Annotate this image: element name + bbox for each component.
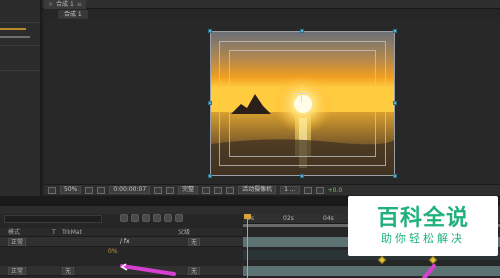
trkmat-select[interactable]: 无 [62, 267, 75, 275]
transform-handle[interactable] [208, 174, 212, 178]
frame-blending-icon[interactable] [153, 214, 161, 222]
graph-editor-icon[interactable] [175, 214, 183, 222]
parent-select[interactable]: 无 [188, 238, 201, 246]
draft-3d-icon[interactable] [131, 214, 139, 222]
t-column-header: T [52, 229, 56, 236]
zoom-select[interactable]: 50% [60, 186, 82, 194]
project-panel [0, 0, 42, 202]
transform-handle[interactable] [208, 101, 212, 105]
crosshair-v [301, 85, 302, 102]
mode-column-header: 模式 [8, 229, 21, 236]
view-layout-select[interactable]: 1 ... [280, 186, 300, 194]
shy-layers-icon[interactable] [142, 214, 150, 222]
composition-tab-label: 合成 1 [56, 1, 74, 8]
close-icon[interactable]: × [48, 0, 53, 9]
blend-mode-select[interactable]: 正常 [8, 267, 27, 275]
effects-switch-icon[interactable]: / fx [120, 237, 130, 247]
exposure-value[interactable]: +0.0 [328, 187, 343, 194]
resolution-select[interactable]: 完整 [178, 186, 199, 194]
property-value[interactable]: 0% [108, 248, 118, 255]
parent-column-header: 父级 [178, 229, 191, 236]
menu-icon[interactable]: ≡ [77, 0, 82, 9]
panel-divider [0, 22, 40, 23]
timeline-column-header: 模式 T TrkMat 父级 [0, 228, 243, 237]
always-preview-icon[interactable] [48, 186, 56, 194]
timeline-icon[interactable] [315, 186, 324, 194]
camera-view-select[interactable]: 活动摄像机 [238, 186, 277, 194]
timeline-switches [120, 214, 183, 222]
fast-preview-icon[interactable] [303, 186, 312, 194]
title-safe-guide [229, 50, 376, 157]
ruler-tick: 04s [323, 215, 334, 222]
ruler-tick: 02s [283, 215, 294, 222]
breadcrumb[interactable]: 合成 1 [58, 10, 88, 19]
annotation-arrow-icon [120, 263, 176, 276]
layer-search-input[interactable] [4, 215, 102, 223]
motion-blur-icon[interactable] [164, 214, 172, 222]
transform-handle[interactable] [300, 174, 304, 178]
comp-mini-flowchart-icon[interactable] [120, 214, 128, 222]
current-time-indicator-head[interactable] [244, 214, 251, 219]
selected-item-bar[interactable] [0, 28, 26, 30]
trkmat-column-header: TrkMat [62, 229, 82, 236]
current-time-indicator[interactable] [247, 214, 248, 278]
transform-handle[interactable] [393, 174, 397, 178]
transform-handle[interactable] [208, 29, 212, 33]
property-row: 0% [0, 248, 243, 262]
3d-renderer-icon[interactable] [226, 186, 235, 194]
region-of-interest-icon[interactable] [202, 186, 211, 194]
transform-handle[interactable] [300, 29, 304, 33]
layer-row[interactable]: 正常 / fx 无 [0, 237, 243, 247]
watermark-subtitle: 助你轻松解决 [381, 232, 465, 245]
layer-duration-bar[interactable] [243, 266, 500, 276]
color-channel-icon[interactable] [166, 186, 175, 194]
transform-handle[interactable] [393, 29, 397, 33]
watermark-logo: 百科全说 助你轻松解决 [348, 196, 498, 256]
parent-select[interactable]: 无 [188, 267, 201, 275]
timecode-field[interactable]: 0:00:00:07 [109, 186, 151, 194]
transform-handle[interactable] [393, 101, 397, 105]
project-item-bar[interactable] [0, 36, 30, 38]
mask-icon[interactable] [97, 186, 106, 194]
panel-divider [0, 45, 40, 46]
breadcrumb-bar [44, 9, 500, 20]
tab-composition[interactable]: × 合成 1 ≡ [44, 0, 86, 9]
camera-snapshot-icon[interactable] [154, 186, 163, 194]
viewer-toolbar: 50% 0:00:00:07 完整 活动摄像机 1 ... +0.0 [44, 184, 500, 195]
transparency-grid-icon[interactable] [214, 186, 223, 194]
watermark-title: 百科全说 [376, 206, 469, 231]
panel-divider [0, 70, 40, 71]
annotation-arrow-icon [422, 264, 436, 278]
blend-mode-select[interactable]: 正常 [8, 238, 27, 246]
grid-icon[interactable] [85, 186, 94, 194]
